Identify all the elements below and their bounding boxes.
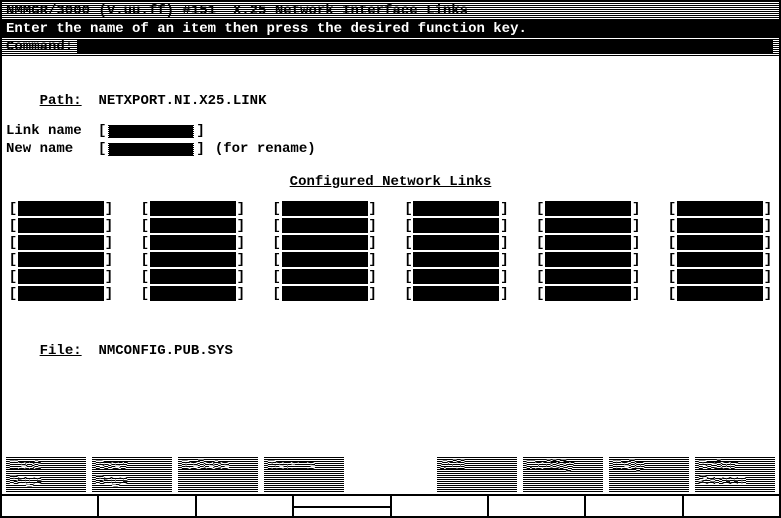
new-name-label: New name [6, 141, 96, 157]
link-field[interactable] [150, 201, 236, 216]
grid-col: [] [] [] [] [] [] [8, 200, 114, 302]
link-field[interactable] [18, 252, 104, 267]
file-value: NMCONFIG.PUB.SYS [98, 343, 232, 359]
link-field[interactable] [150, 235, 236, 250]
link-field[interactable] [413, 252, 499, 267]
grid-cell: [] [8, 234, 114, 251]
link-field[interactable] [150, 218, 236, 233]
link-field[interactable] [677, 269, 763, 284]
grid-col: [] [] [] [] [] [] [403, 200, 509, 302]
link-field[interactable] [150, 252, 236, 267]
instruction-line: Enter the name of an item then press the… [2, 20, 779, 38]
link-field[interactable] [413, 286, 499, 301]
function-key-row: NextPage PrevPage Delete Rename Add Modi… [2, 454, 779, 492]
link-field[interactable] [677, 201, 763, 216]
file-label: File: [40, 343, 82, 359]
link-field[interactable] [18, 218, 104, 233]
fkey-next-page[interactable]: NextPage [6, 456, 86, 492]
path-label: Path: [40, 93, 82, 109]
link-field[interactable] [18, 235, 104, 250]
command-row: Command: [2, 38, 779, 56]
link-field[interactable] [18, 269, 104, 284]
path-value: NETXPORT.NI.X25.LINK [98, 93, 266, 109]
link-name-field[interactable] [108, 124, 194, 138]
link-field[interactable] [150, 286, 236, 301]
link-field[interactable] [282, 286, 368, 301]
link-field[interactable] [282, 218, 368, 233]
grid-col: [] [] [] [] [] [] [667, 200, 773, 302]
link-field[interactable] [545, 252, 631, 267]
link-field[interactable] [677, 218, 763, 233]
link-field[interactable] [282, 201, 368, 216]
link-field[interactable] [545, 201, 631, 216]
fkey-help[interactable]: Help [609, 456, 689, 492]
link-name-row: Link name [ ] [6, 122, 775, 140]
link-field[interactable] [677, 235, 763, 250]
link-field[interactable] [18, 286, 104, 301]
link-field[interactable] [413, 218, 499, 233]
new-name-row: New name [ ] (for rename) [6, 140, 775, 158]
link-field[interactable] [545, 235, 631, 250]
link-field[interactable] [150, 269, 236, 284]
grid-cell: [] [8, 217, 114, 234]
fkey-prev-page[interactable]: PrevPage [92, 456, 172, 492]
link-field[interactable] [413, 201, 499, 216]
fkey-add[interactable]: Add [437, 456, 517, 492]
link-field[interactable] [282, 269, 368, 284]
links-grid: [] [] [] [] [] [] [] [] [] [] [] [] [] [… [6, 200, 775, 302]
link-field[interactable] [545, 218, 631, 233]
link-field[interactable] [677, 252, 763, 267]
new-name-field[interactable] [108, 142, 194, 156]
grid-cell: [] [8, 251, 114, 268]
grid-col: [] [] [] [] [] [] [140, 200, 246, 302]
grid-cell: [] [8, 285, 114, 302]
link-field[interactable] [282, 252, 368, 267]
link-field[interactable] [413, 269, 499, 284]
grid-col: [] [] [] [] [] [] [535, 200, 641, 302]
command-input[interactable] [77, 40, 773, 54]
path-line: Path: NETXPORT.NI.X25.LINK [6, 74, 775, 92]
link-name-label: Link name [6, 123, 96, 139]
command-label: Command: [6, 38, 73, 56]
fkey-modify[interactable]: Modify [523, 456, 603, 492]
fkey-delete[interactable]: Delete [178, 456, 258, 492]
bottom-bar [2, 494, 779, 516]
fkey-prior-screen[interactable]: PriorScreen [695, 456, 775, 492]
link-field[interactable] [18, 201, 104, 216]
section-title: Configured Network Links [6, 174, 775, 190]
link-field[interactable] [545, 286, 631, 301]
title-bar: NMMGR/3000 (V.uu.ff) #151 X.25 Network I… [2, 2, 779, 20]
grid-cell: [] [8, 268, 114, 285]
grid-cell: [] [8, 200, 114, 217]
link-field[interactable] [413, 235, 499, 250]
file-line: File: NMCONFIG.PUB.SYS [6, 324, 775, 342]
fkey-rename[interactable]: Rename [264, 456, 344, 492]
grid-col: [] [] [] [] [] [] [272, 200, 378, 302]
link-field[interactable] [545, 269, 631, 284]
rename-hint: (for rename) [215, 141, 316, 157]
link-field[interactable] [282, 235, 368, 250]
link-field[interactable] [677, 286, 763, 301]
